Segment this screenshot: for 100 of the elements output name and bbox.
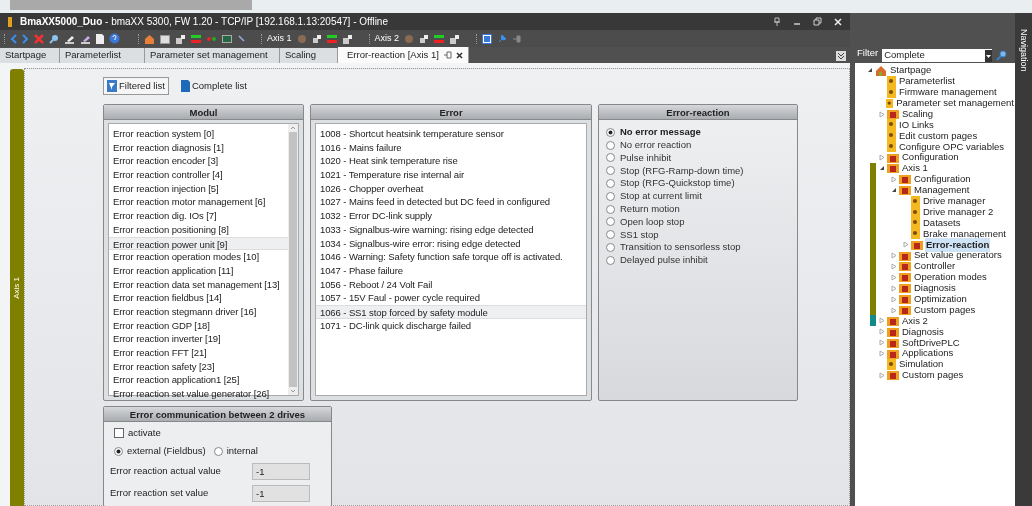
document-icon[interactable] <box>96 33 104 44</box>
pin-icon[interactable] <box>773 17 781 26</box>
back-icon[interactable] <box>10 33 17 44</box>
scroll-up-icon[interactable] <box>290 124 296 132</box>
radio-button[interactable] <box>606 127 615 137</box>
scroll-bar[interactable] <box>288 124 298 395</box>
radio-button[interactable] <box>606 243 615 253</box>
list-item[interactable]: Error reaction data set management [13] <box>109 277 288 292</box>
collapsed-arrow-icon[interactable] <box>879 110 885 118</box>
list-item[interactable]: Error reaction positioning [8] <box>109 222 288 237</box>
collapsed-arrow-icon[interactable] <box>879 371 885 379</box>
restore-icon[interactable] <box>813 17 822 26</box>
expanded-arrow-icon[interactable] <box>891 187 897 194</box>
list-item[interactable]: Error reaction power unit [9] <box>109 236 288 251</box>
list-item[interactable]: Error reaction motor management [6] <box>109 195 288 210</box>
collapsed-arrow-icon[interactable] <box>879 154 885 162</box>
status-bars-icon[interactable] <box>191 33 201 44</box>
list-item[interactable]: 1033 - Signalbus-wire warning: rising edge detected <box>316 222 586 237</box>
expanded-arrow-icon[interactable] <box>867 67 873 74</box>
list-item[interactable]: 1071 - DC-link quick discharge failed <box>316 318 586 333</box>
navigation-side-tab[interactable]: Navigation <box>1015 13 1032 506</box>
list-item[interactable]: Error reaction dig. IOs [7] <box>109 209 288 223</box>
list-item[interactable]: 1047 - Phase failure <box>316 263 586 278</box>
list-view-button[interactable]: Complete list <box>176 77 251 95</box>
radio-button[interactable] <box>606 153 615 163</box>
search-icon[interactable] <box>996 50 1008 61</box>
drive-icon[interactable] <box>449 33 461 44</box>
list-item[interactable]: 1056 - Reboot / 24 Volt Fail <box>316 277 586 292</box>
list-item[interactable]: Error reaction FFT [21] <box>109 346 288 360</box>
collapsed-arrow-icon[interactable] <box>891 252 897 260</box>
layout-icon[interactable] <box>482 33 493 44</box>
list-item[interactable]: 1066 - SS1 stop forced by safety module <box>316 304 586 319</box>
scroll-bar[interactable] <box>10 0 252 10</box>
list-view-button[interactable]: Filtered list <box>103 77 169 95</box>
list-item[interactable]: Error reaction inverter [19] <box>109 332 288 346</box>
tree-item[interactable]: Error-reaction <box>925 237 991 252</box>
collapsed-arrow-icon[interactable] <box>879 328 885 336</box>
collapsed-arrow-icon[interactable] <box>879 317 885 325</box>
collapsed-arrow-icon[interactable] <box>879 339 885 347</box>
list-item[interactable]: Error reaction controller [4] <box>109 168 288 182</box>
collapsed-arrow-icon[interactable] <box>891 273 897 281</box>
status-bars-icon[interactable] <box>434 33 445 44</box>
radio-button[interactable] <box>606 191 615 201</box>
list-item[interactable]: 1057 - 15V Faul - power cycle required <box>316 291 586 305</box>
list-item[interactable]: Error reaction stegmann driver [16] <box>109 304 288 319</box>
scroll-thumb[interactable] <box>289 132 297 387</box>
drive-icon[interactable] <box>311 33 322 44</box>
monitor-icon[interactable] <box>222 33 232 44</box>
drive-icon[interactable] <box>175 33 186 44</box>
window-icon[interactable] <box>160 33 170 44</box>
scroll-down-icon[interactable] <box>290 387 296 395</box>
tab[interactable]: Scaling <box>280 48 338 63</box>
pin-icon[interactable] <box>497 33 508 44</box>
motor-icon[interactable] <box>296 33 307 44</box>
list-item[interactable]: Error reaction diagnosis [1] <box>109 140 288 155</box>
tab[interactable]: Parameterlist <box>60 48 145 63</box>
value-field[interactable]: -1 <box>252 462 310 480</box>
tab[interactable]: Startpage <box>0 48 60 63</box>
value-field[interactable]: -1 <box>252 484 310 502</box>
checkbox[interactable] <box>114 428 124 438</box>
help-icon[interactable] <box>109 33 120 44</box>
drive-icon[interactable] <box>341 33 353 44</box>
list-item[interactable]: Error reaction injection [5] <box>109 181 288 196</box>
list-item[interactable]: 1016 - Mains failure <box>316 140 586 155</box>
radio-button[interactable] <box>606 204 615 214</box>
list-item[interactable]: Error reaction set value generator [26] <box>109 387 288 401</box>
radio-button[interactable] <box>606 179 615 189</box>
list-item[interactable]: 1032 - Error DC-link supply <box>316 209 586 223</box>
radio-button[interactable] <box>606 230 615 240</box>
radio-button[interactable] <box>606 166 615 176</box>
list-item[interactable]: Error reaction safety [23] <box>109 359 288 374</box>
expanded-arrow-icon[interactable] <box>879 165 885 172</box>
radio-button[interactable] <box>213 446 223 456</box>
collapsed-arrow-icon[interactable] <box>891 284 897 292</box>
list-item[interactable]: Error reaction encoder [3] <box>109 154 288 169</box>
tab[interactable]: Error-reaction [Axis 1] <box>338 47 469 63</box>
motor-icon[interactable] <box>404 33 415 44</box>
close-icon[interactable] <box>455 51 463 59</box>
list-item[interactable]: 1021 - Temperature rise internal air <box>316 168 586 182</box>
filter-dropdown[interactable]: Complete <box>882 49 993 62</box>
side-tab[interactable]: Axis 1 <box>10 69 24 506</box>
list-item[interactable]: Error reaction operation modes [10] <box>109 250 288 264</box>
collapse-icon[interactable] <box>836 51 846 61</box>
list-item[interactable]: 1027 - Mains feed in detected but DC feed in configured <box>316 195 586 210</box>
status-bars-icon[interactable] <box>326 33 337 44</box>
list-item[interactable]: Error reaction fieldbus [14] <box>109 291 288 305</box>
list-item[interactable]: 1034 - Signalbus-wire error: rising edge detected <box>316 236 586 251</box>
collapsed-arrow-icon[interactable] <box>879 350 885 358</box>
collapsed-arrow-icon[interactable] <box>903 241 909 249</box>
radio-button[interactable] <box>114 446 123 456</box>
drive-icon[interactable] <box>419 33 430 44</box>
list-item[interactable]: Error reaction system [0] <box>109 127 288 141</box>
pin-icon[interactable] <box>512 33 523 44</box>
list-item[interactable]: 1020 - Heat sink temperature rise <box>316 154 586 169</box>
list-item[interactable]: 1046 - Warning: Safety function safe torque off is activated. <box>316 250 586 264</box>
list-item[interactable]: 1008 - Shortcut heatsink temperature sensor <box>316 127 586 141</box>
list-item[interactable]: 1026 - Chopper overheat <box>316 181 586 196</box>
tree-item[interactable]: Edit custom pages <box>898 128 979 143</box>
list-item[interactable]: Error reaction application1 [25] <box>109 373 288 388</box>
collapsed-arrow-icon[interactable] <box>891 295 897 303</box>
